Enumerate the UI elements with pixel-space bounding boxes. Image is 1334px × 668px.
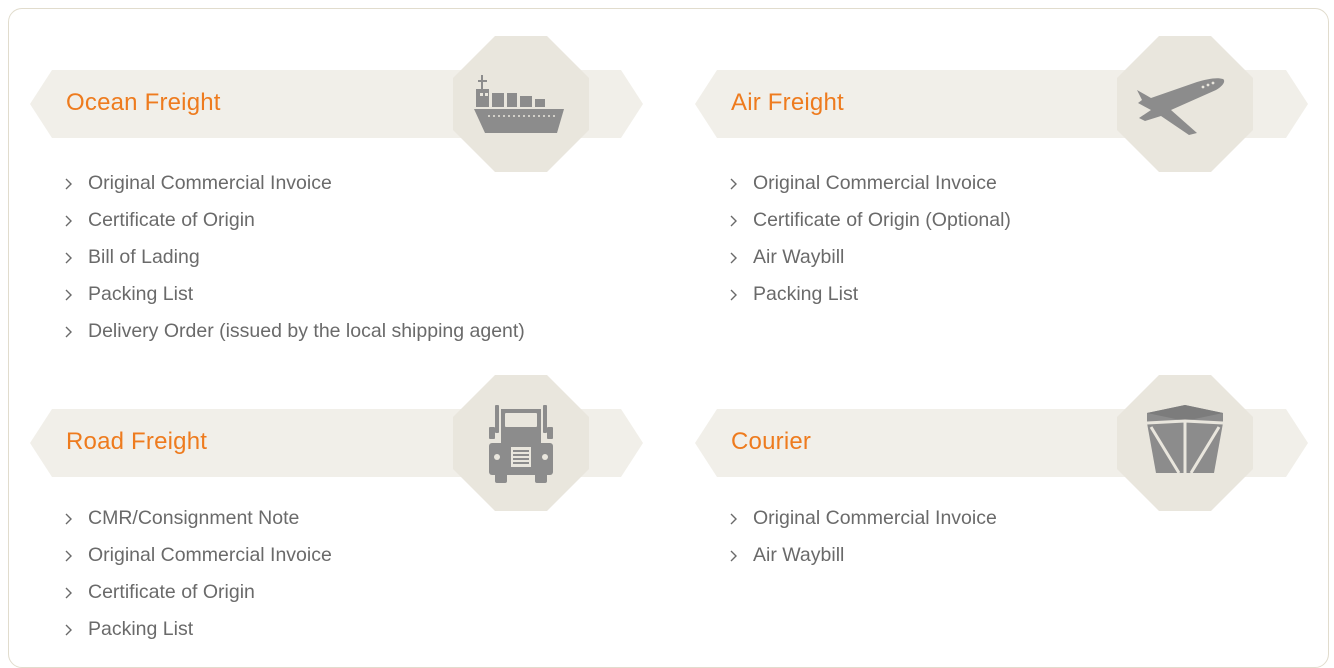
list-item-label: Certificate of Origin (Optional) bbox=[753, 209, 1011, 231]
document-list: CMR/Consignment Note Original Commercial… bbox=[64, 500, 332, 648]
truck-icon bbox=[489, 405, 553, 483]
chevron-right-icon bbox=[730, 550, 737, 562]
list-item: Air Waybill bbox=[729, 239, 1011, 276]
section-title: Courier bbox=[731, 428, 812, 455]
list-item-label: Original Commercial Invoice bbox=[88, 544, 332, 566]
list-item: Delivery Order (issued by the local ship… bbox=[64, 313, 525, 350]
list-item-label: CMR/Consignment Note bbox=[88, 507, 300, 529]
chevron-right-icon bbox=[730, 178, 737, 190]
box-icon bbox=[1146, 405, 1224, 474]
list-item-label: Packing List bbox=[753, 283, 859, 305]
list-item-label: Delivery Order (issued by the local ship… bbox=[88, 320, 525, 342]
list-item: Packing List bbox=[64, 611, 332, 648]
list-item-label: Air Waybill bbox=[753, 544, 845, 566]
list-item: Certificate of Origin (Optional) bbox=[729, 202, 1011, 239]
list-item: Original Commercial Invoice bbox=[729, 500, 997, 537]
chevron-right-icon bbox=[65, 587, 72, 599]
document-list: Original Commercial Invoice Air Waybill bbox=[729, 500, 997, 574]
badge bbox=[1115, 34, 1255, 174]
document-list: Original Commercial Invoice Certificate … bbox=[729, 165, 1011, 313]
chevron-right-icon bbox=[730, 252, 737, 264]
chevron-right-icon bbox=[65, 624, 72, 636]
list-item: CMR/Consignment Note bbox=[64, 500, 332, 537]
badge bbox=[1115, 373, 1255, 513]
list-item: Original Commercial Invoice bbox=[729, 165, 1011, 202]
list-item: Certificate of Origin bbox=[64, 574, 332, 611]
badge-shape bbox=[1117, 36, 1253, 172]
list-item-label: Original Commercial Invoice bbox=[753, 507, 997, 529]
section-title: Road Freight bbox=[66, 428, 208, 455]
chevron-right-icon bbox=[730, 289, 737, 301]
list-item-label: Air Waybill bbox=[753, 246, 845, 268]
chevron-right-icon bbox=[730, 215, 737, 227]
section-title: Air Freight bbox=[731, 89, 844, 116]
badge bbox=[451, 373, 591, 513]
chevron-right-icon bbox=[65, 513, 72, 525]
list-item-label: Certificate of Origin bbox=[88, 581, 255, 603]
chevron-right-icon bbox=[65, 550, 72, 562]
list-item: Original Commercial Invoice bbox=[64, 537, 332, 574]
list-item-label: Packing List bbox=[88, 618, 194, 640]
list-item-label: Original Commercial Invoice bbox=[753, 172, 997, 194]
list-item: Packing List bbox=[729, 276, 1011, 313]
list-item: Air Waybill bbox=[729, 537, 997, 574]
chevron-right-icon bbox=[65, 326, 72, 338]
chevron-right-icon bbox=[730, 513, 737, 525]
section-courier: Courier Original Commercial Invoice Air … bbox=[0, 0, 1308, 566]
